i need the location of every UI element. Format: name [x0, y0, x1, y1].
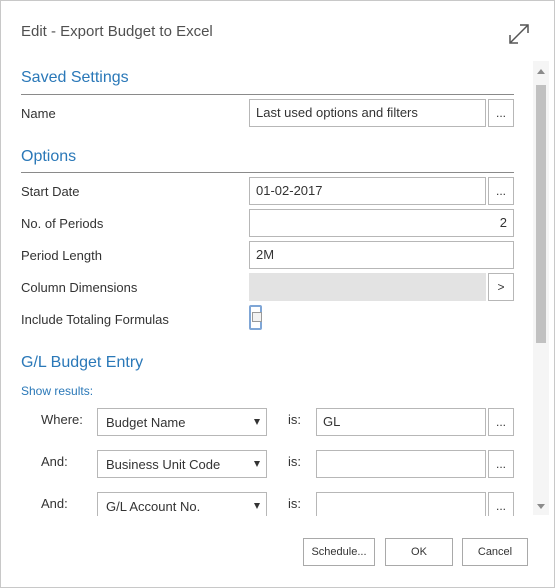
dialog-title: Edit - Export Budget to Excel — [21, 23, 213, 40]
filter-field-select[interactable]: Budget Name — [97, 408, 267, 436]
filter-field-value: Budget Name — [106, 415, 186, 430]
column-dimensions-button[interactable]: > — [488, 273, 514, 301]
chevron-down-icon — [254, 419, 260, 425]
expand-icon[interactable] — [507, 22, 531, 46]
scroll-down-icon[interactable] — [537, 504, 545, 509]
period-length-field[interactable]: 2M — [249, 241, 514, 269]
filter-connector: Where: — [41, 412, 83, 427]
column-dimensions-label: Column Dimensions — [21, 280, 138, 295]
filter-is-label: is: — [288, 454, 301, 469]
scroll-up-icon[interactable] — [537, 69, 545, 74]
chevron-down-icon — [254, 461, 260, 467]
column-dimensions-field — [249, 273, 486, 301]
filter-lookup-button[interactable]: ... — [488, 492, 514, 516]
filter-connector: And: — [41, 496, 68, 511]
section-divider — [21, 172, 514, 173]
vertical-scrollbar[interactable] — [533, 61, 549, 515]
scroll-thumb[interactable] — [536, 85, 546, 343]
section-divider — [21, 94, 514, 95]
filter-lookup-button[interactable]: ... — [488, 408, 514, 436]
filter-field-value: G/L Account No. — [106, 499, 201, 514]
filter-value-field[interactable] — [316, 450, 486, 478]
name-lookup-button[interactable]: ... — [488, 99, 514, 127]
start-date-label: Start Date — [21, 184, 80, 199]
include-totaling-checkbox[interactable] — [249, 305, 262, 330]
filter-field-select[interactable]: G/L Account No. — [97, 492, 267, 516]
filter-value-field[interactable]: GL — [316, 408, 486, 436]
show-results-link[interactable]: Show results: — [21, 384, 93, 398]
dialog-content: Saved Settings Name Last used options an… — [1, 61, 533, 516]
start-date-field[interactable]: 01-02-2017 — [249, 177, 486, 205]
options-title: Options — [21, 148, 77, 165]
filter-field-select[interactable]: Business Unit Code — [97, 450, 267, 478]
filter-is-label: is: — [288, 412, 301, 427]
export-budget-dialog: Edit - Export Budget to Excel Saved Sett… — [0, 0, 555, 588]
filter-is-label: is: — [288, 496, 301, 511]
include-totaling-label: Include Totaling Formulas — [21, 312, 169, 327]
filter-connector: And: — [41, 454, 68, 469]
period-length-label: Period Length — [21, 248, 102, 263]
periods-field[interactable]: 2 — [249, 209, 514, 237]
schedule-button[interactable]: Schedule... — [303, 538, 375, 566]
chevron-down-icon — [254, 503, 260, 509]
ok-button[interactable]: OK — [385, 538, 453, 566]
saved-settings-title: Saved Settings — [21, 69, 129, 86]
name-field[interactable]: Last used options and filters — [249, 99, 486, 127]
filter-value-field[interactable] — [316, 492, 486, 516]
name-label: Name — [21, 106, 56, 121]
filter-field-value: Business Unit Code — [106, 457, 221, 472]
cancel-button[interactable]: Cancel — [462, 538, 528, 566]
gl-budget-entry-title: G/L Budget Entry — [21, 354, 144, 371]
start-date-lookup-button[interactable]: ... — [488, 177, 514, 205]
periods-label: No. of Periods — [21, 216, 104, 231]
filter-lookup-button[interactable]: ... — [488, 450, 514, 478]
